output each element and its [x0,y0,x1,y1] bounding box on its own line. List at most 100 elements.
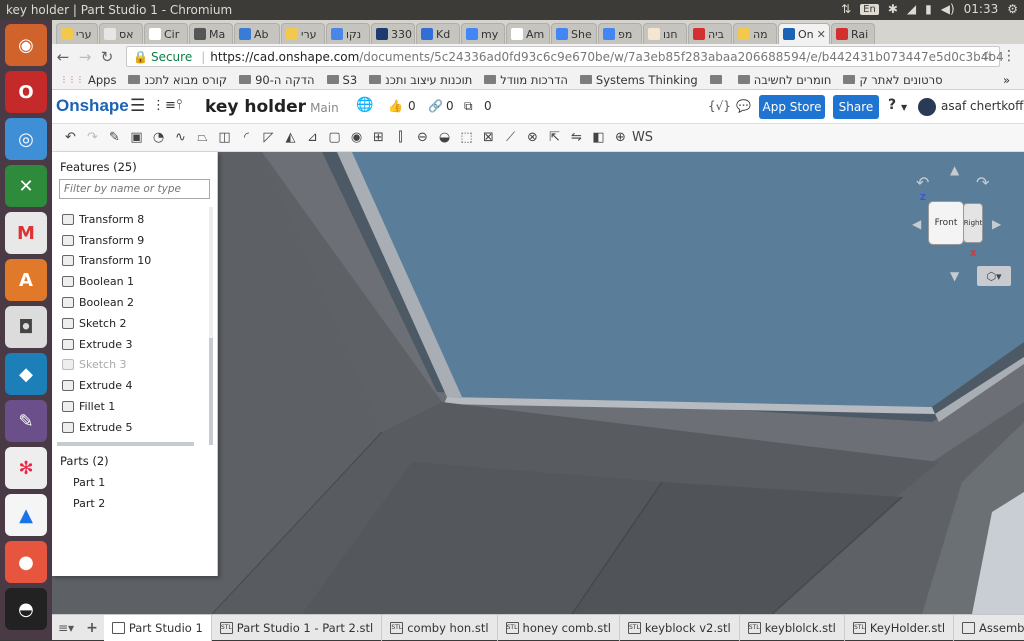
transform-icon[interactable]: ⬚ [458,129,475,146]
help-chevron-down-icon[interactable]: ▼ [901,103,907,112]
cube-front-face[interactable]: Front [928,201,964,245]
help-button[interactable]: ? [888,97,896,113]
redo-icon[interactable]: ↷ [84,129,101,146]
thicken-icon[interactable]: ◫ [216,129,233,146]
browser-tab[interactable]: Cir [144,23,188,44]
settings-gear-icon[interactable]: ⚙ [1007,2,1018,16]
wifi-icon[interactable]: ◢ [907,2,916,16]
apps-bookmark[interactable]: ⋮⋮⋮ Apps [60,73,116,87]
bookmark-item[interactable]: Systems Thinking [579,73,698,87]
feature-item[interactable]: Boolean 1 [52,271,210,292]
close-tab-icon[interactable]: ✕ [817,28,826,41]
google-drive-icon[interactable]: ▲ [5,494,47,536]
fillet-icon[interactable]: ◜ [238,129,255,146]
sketch-icon[interactable]: ✎ [106,129,123,146]
custom-features-icon[interactable]: WS [632,129,653,146]
bookmark-item[interactable]: סרטונים לאתר ק [843,73,943,87]
document-tab[interactable]: STL keyblolck.stl [740,614,845,641]
browser-menu-icon[interactable]: ⋮ [1002,48,1016,64]
feature-item[interactable]: Transform 10 [52,251,210,272]
configuration-icon[interactable]: ⫯ [176,97,182,113]
volume-icon[interactable]: ◀) [941,2,955,16]
rotate-arrow-icon[interactable]: ▼ [950,269,959,283]
back-icon[interactable]: ← [52,48,74,66]
paint-brush-icon[interactable]: ✎ [5,400,47,442]
feature-item[interactable]: Extrude 4 [52,375,210,396]
mate-connector-icon[interactable]: ⊕ [612,129,629,146]
globe-icon[interactable]: 🌐 [356,97,373,113]
draft-icon[interactable]: ◭ [282,129,299,146]
mirror-icon[interactable]: ⫿ [392,129,409,146]
browser-tab[interactable]: אס [99,23,143,44]
part-item[interactable]: Part 2 [73,497,105,510]
undo-icon[interactable]: ↶ [62,129,79,146]
address-bar[interactable]: 🔒 Secure | https://cad.onshape.com/docum… [126,46,1004,67]
document-tab[interactable]: STL KeyHolder.stl [845,614,955,641]
browser-tab[interactable]: חנו [643,23,687,44]
view-options-button[interactable]: ⬡▾ [977,266,1011,286]
browser-tab[interactable]: מפ [598,23,642,44]
photos-pinwheel-icon[interactable]: ✻ [5,447,47,489]
curved-arrow-icon[interactable]: ↷ [976,173,989,192]
feature-filter-input[interactable] [59,179,210,199]
ubuntu-dash-icon[interactable]: ◉ [5,24,47,66]
forward-icon[interactable]: → [74,48,96,66]
delete-face-icon[interactable]: ⊗ [524,129,541,146]
chamfer-icon[interactable]: ◸ [260,129,277,146]
tab-list-icon[interactable]: ≡▾ [52,621,80,635]
bookmark-item[interactable]: הדקה ה-90 [239,73,315,87]
opera-icon[interactable]: O [5,71,47,113]
document-tab[interactable]: STL honey comb.stl [498,614,620,641]
rotate-arrow-icon[interactable]: ◀ [912,217,921,231]
rib-icon[interactable]: ⊿ [304,129,321,146]
bookmark-item[interactable]: תוכנות עיצוב ותכנ [369,73,472,87]
modify-fillet-icon[interactable]: ⟋ [502,129,519,146]
like-icon[interactable]: 👍 [388,99,403,113]
feature-item[interactable]: Extrude 5 [52,417,210,438]
feature-item[interactable]: Boolean 2 [52,292,210,313]
cube-right-face[interactable]: Right [963,203,983,243]
shell-icon[interactable]: ▢ [326,129,343,146]
browser-tab[interactable]: On ✕ [778,23,830,44]
loft-icon[interactable]: ⏢ [194,129,211,146]
more-bookmarks-chevron[interactable]: » [1003,73,1024,87]
bookmark-item[interactable]: חומרים לחשיבה [737,73,831,87]
document-tab[interactable]: STL Part Studio 1 - Part 2.stl [212,614,383,641]
link-icon[interactable]: 🔗 [428,99,443,113]
browser-tab[interactable]: my [461,23,505,44]
feature-list-horizontal-scrollbar[interactable] [57,442,194,446]
camera-icon[interactable]: ◘ [5,306,47,348]
keyboard-language[interactable]: En [860,3,879,15]
clock[interactable]: 01:33 [964,2,999,16]
bookmark-item[interactable]: קורס מבוא לתכנ [128,73,227,87]
extrude-icon[interactable]: ▣ [128,129,145,146]
feature-list-scrollbar-thumb[interactable] [209,338,213,445]
share-button[interactable]: Share [833,95,879,119]
comment-icon[interactable]: 💬 [736,99,751,113]
browser-tab[interactable]: מה [733,23,777,44]
plane-icon[interactable]: ◧ [590,129,607,146]
bluetooth-icon[interactable]: ✱ [888,2,898,16]
gmail-icon[interactable]: M [5,212,47,254]
user-name[interactable]: asaf chertkoff [941,99,1023,113]
feature-list-toggle-icon[interactable]: ⋮≡ [152,98,176,113]
curved-arrow-icon[interactable]: ↶ [916,173,929,192]
move-face-icon[interactable]: ⇱ [546,129,563,146]
delete-part-icon[interactable]: ⊠ [480,129,497,146]
feature-item[interactable]: Transform 9 [52,230,210,251]
hamburger-menu-icon[interactable]: ☰ [130,96,145,116]
boolean-icon[interactable]: ⊖ [414,129,431,146]
browser-tab[interactable]: Ma [189,23,233,44]
avatar[interactable] [918,98,936,116]
view-cube[interactable]: ▲ ◀ ▶ ▼ ↶ ↷ Front Right Z X [912,163,1004,283]
kodi-icon[interactable]: ◆ [5,353,47,395]
browser-tab[interactable]: נקו [326,23,370,44]
browser-tab[interactable]: Kd [416,23,460,44]
rotate-arrow-icon[interactable]: ▶ [992,217,1001,231]
browser-tab[interactable]: Ab [234,23,280,44]
hole-icon[interactable]: ◉ [348,129,365,146]
sweep-icon[interactable]: ∿ [172,129,189,146]
copy-icon[interactable]: ⧉ [464,99,473,114]
pattern-icon[interactable]: ⊞ [370,129,387,146]
replace-face-icon[interactable]: ⇋ [568,129,585,146]
